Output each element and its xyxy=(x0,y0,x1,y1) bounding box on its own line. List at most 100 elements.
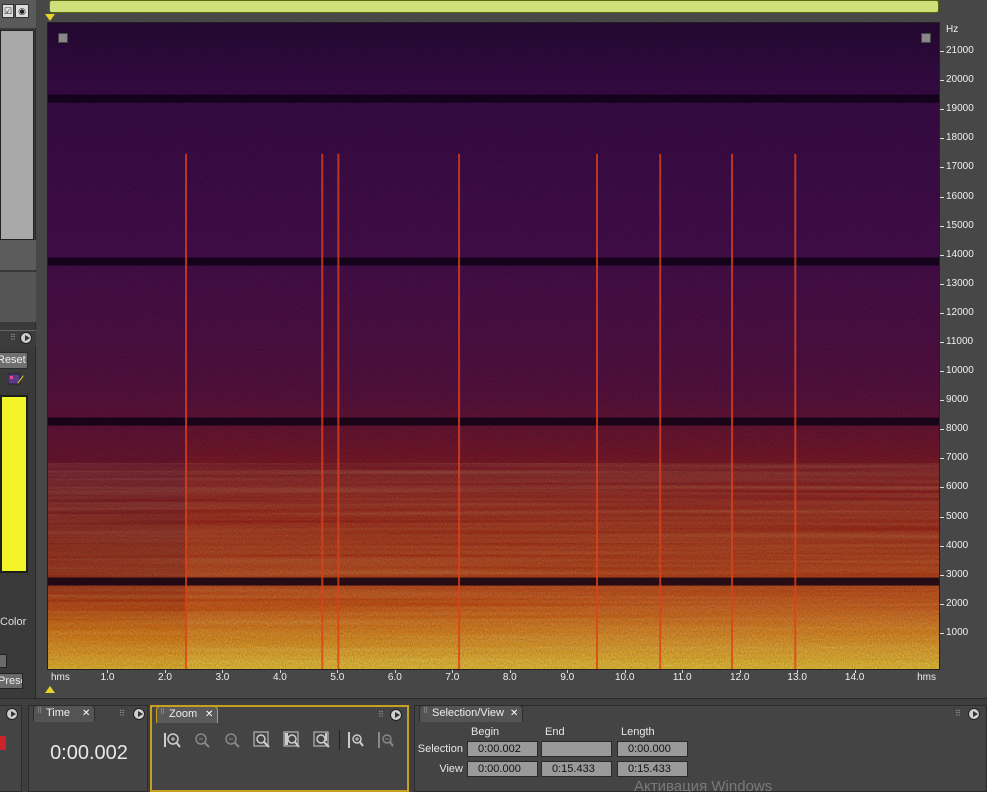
freq-tick-label: 8000 xyxy=(946,423,969,435)
eye-icon[interactable]: ◉ xyxy=(15,4,29,18)
palette-icon[interactable] xyxy=(8,373,24,385)
time-tick-label: 9.0 xyxy=(560,672,575,683)
noise-texture xyxy=(48,23,939,669)
freq-tick-label: 13000 xyxy=(946,277,974,289)
grip-icon[interactable]: ⠿ xyxy=(119,710,127,718)
freq-tick xyxy=(940,80,944,82)
zoom-in-vertical-icon[interactable] xyxy=(345,730,365,750)
grip-icon[interactable]: ⠿ xyxy=(378,711,386,719)
zoom-in-left-icon[interactable] xyxy=(282,730,302,750)
view-begin-field[interactable]: 0:00.000 xyxy=(467,761,538,777)
grip-icon[interactable]: ⠿ xyxy=(37,708,43,718)
time-tick-label: 3.0 xyxy=(215,672,230,683)
tab-time[interactable]: ⠿ Time ✕ xyxy=(33,705,95,722)
freq-tick xyxy=(940,283,944,285)
freq-tick xyxy=(940,487,944,489)
zoom-in-right-icon[interactable] xyxy=(312,730,332,750)
freq-tick xyxy=(940,458,944,460)
freq-tick xyxy=(940,51,944,53)
selection-begin-field[interactable]: 0:00.002 xyxy=(467,741,538,757)
selection-length-field[interactable]: 0:00.000 xyxy=(617,741,688,757)
playhead-bottom-marker[interactable] xyxy=(45,686,55,693)
freq-tick-label: 16000 xyxy=(946,190,974,202)
time-tick-label: 1.0 xyxy=(100,672,115,683)
time-display: 0:00.002 xyxy=(50,742,128,764)
time-tick-label: 2.0 xyxy=(157,672,172,683)
frequency-ruler[interactable]: Hz 21000 20000 19000 18000 17000 16000 15000 14… xyxy=(940,22,987,670)
panel-menu-icon[interactable] xyxy=(968,708,980,720)
dark-band xyxy=(48,577,939,586)
left-file-list[interactable] xyxy=(0,30,34,240)
zoom-out-amplitude-icon[interactable] xyxy=(192,730,212,750)
spectrogram-image xyxy=(48,23,939,669)
freq-tick-label: 7000 xyxy=(946,452,969,464)
view-end-field[interactable]: 0:15.433 xyxy=(541,761,612,777)
reset-button[interactable]: Reset xyxy=(0,352,28,369)
time-unit-left: hms xyxy=(51,672,70,683)
zoom-to-selection-icon[interactable] xyxy=(252,730,272,750)
corner-handle-left[interactable] xyxy=(58,33,68,43)
time-tick-label: 5.0 xyxy=(330,672,345,683)
close-icon[interactable]: ✕ xyxy=(82,706,90,721)
dark-band xyxy=(48,257,939,266)
time-tick-label: 13.0 xyxy=(787,672,807,683)
freq-tick-label: 12000 xyxy=(946,306,974,318)
grip-icon[interactable]: ⠿ xyxy=(10,334,18,342)
panel-menu-icon[interactable] xyxy=(133,708,145,720)
freq-tick-label: 15000 xyxy=(946,219,974,231)
freq-tick xyxy=(940,225,944,227)
spectral-display[interactable] xyxy=(47,22,940,670)
freq-unit-label: Hz xyxy=(946,24,959,35)
time-unit-right: hms xyxy=(917,672,936,683)
freq-tick xyxy=(940,574,944,576)
view-length-field[interactable]: 0:15.433 xyxy=(617,761,688,777)
selection-end-field[interactable] xyxy=(541,741,612,757)
overview-scrollbar[interactable] xyxy=(49,0,939,13)
grip-icon[interactable]: ⠿ xyxy=(160,709,166,719)
tab-selection-view-label: Selection/View xyxy=(432,707,504,719)
time-tick-label: 10.0 xyxy=(615,672,635,683)
freq-tick xyxy=(940,138,944,140)
panel-menu-icon[interactable] xyxy=(20,332,32,344)
tab-time-label: Time xyxy=(46,707,71,719)
zoom-panel: ⠿ Zoom ✕ ⠿ xyxy=(150,705,409,792)
zoom-in-amplitude-icon[interactable] xyxy=(162,730,182,750)
grip-icon[interactable]: ⠿ xyxy=(955,710,963,718)
zoom-out-full-icon[interactable] xyxy=(222,730,242,750)
close-icon[interactable]: ✕ xyxy=(510,706,518,721)
dark-band xyxy=(48,94,939,103)
freq-tick-label: 9000 xyxy=(946,394,969,406)
time-tick-label: 4.0 xyxy=(272,672,287,683)
left-mini-button[interactable] xyxy=(0,654,7,668)
grip-icon[interactable]: ⠿ xyxy=(423,708,429,718)
tab-zoom[interactable]: ⠿ Zoom ✕ xyxy=(156,706,218,723)
audition-window: ☑ ◉ ⠿ Reset Color Presets... xyxy=(0,0,987,792)
freq-tick xyxy=(940,632,944,634)
close-icon[interactable]: ✕ xyxy=(205,707,213,722)
tab-selection-view[interactable]: ⠿ Selection/View ✕ xyxy=(419,705,523,722)
time-tick-label: 8.0 xyxy=(502,672,517,683)
time-tick-label: 7.0 xyxy=(445,672,460,683)
tab-zoom-label: Zoom xyxy=(169,708,198,720)
panel-menu-icon[interactable] xyxy=(6,708,18,720)
zoom-out-vertical-icon[interactable] xyxy=(375,730,395,750)
column-end: End xyxy=(545,726,565,738)
time-tick-label: 6.0 xyxy=(387,672,402,683)
playhead-top-marker[interactable] xyxy=(45,14,55,21)
presets-button[interactable]: Presets... xyxy=(0,673,23,689)
freq-tick-label: 17000 xyxy=(946,161,974,173)
freq-tick-label: 6000 xyxy=(946,481,969,493)
freq-tick xyxy=(940,254,944,256)
freq-tick xyxy=(940,545,944,547)
panel-menu-icon[interactable] xyxy=(390,709,402,721)
checkbox-list-icon[interactable]: ☑ xyxy=(2,4,14,18)
corner-handle-right[interactable] xyxy=(921,33,931,43)
time-ruler[interactable]: hms hms 1.0 2.0 3.0 4.0 5.0 6.0 7.0 8.0 9.0 10.0 1… xyxy=(47,670,940,686)
color-label: Color xyxy=(0,616,27,628)
record-icon[interactable] xyxy=(0,736,6,750)
color-swatch[interactable] xyxy=(0,395,28,573)
freq-tick xyxy=(940,516,944,518)
freq-tick xyxy=(940,167,944,169)
row-view: View xyxy=(439,763,463,775)
freq-tick xyxy=(940,312,944,314)
